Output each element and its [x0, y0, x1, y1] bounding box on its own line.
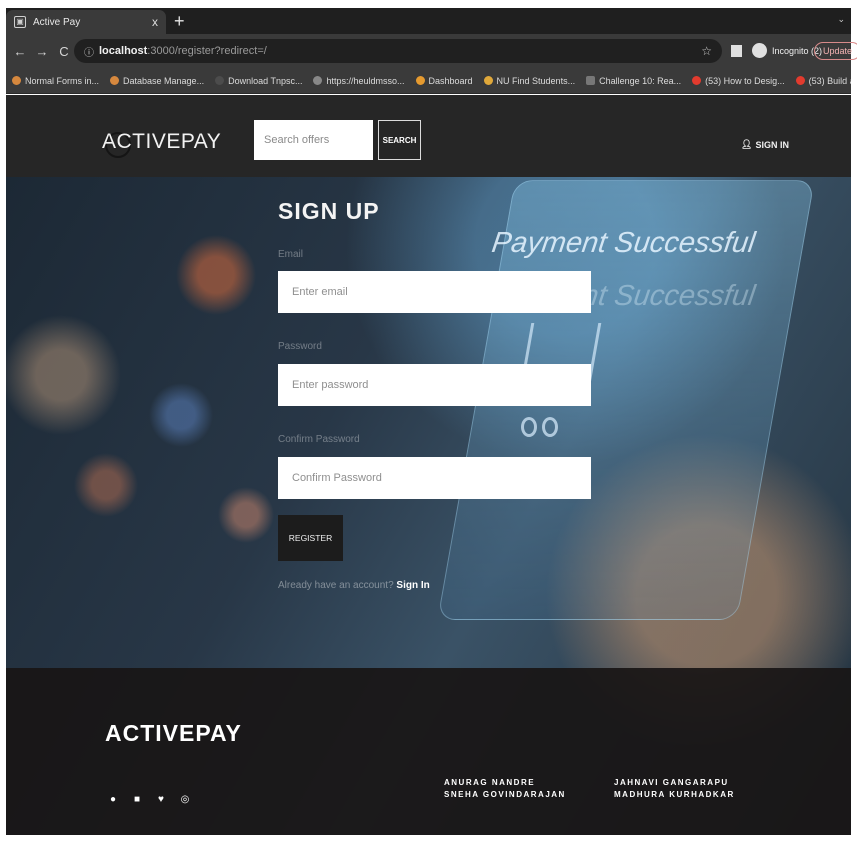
register-button[interactable]: REGISTER — [278, 515, 343, 561]
password-label: Password — [278, 341, 322, 352]
site-footer: ACTIVEPAY ● ■ ♥ ◎ ANURAG NANDRE SNEHA GO… — [6, 668, 851, 835]
address-toolbar: ← → C ⓘ localhost :3000/register?redirec… — [6, 34, 857, 68]
bookmark-icon — [586, 76, 596, 85]
email-label: Email — [278, 249, 304, 260]
update-button[interactable]: Update — [814, 42, 857, 60]
url-path: :3000/register?redirect=/ — [147, 45, 267, 57]
url-host: localhost — [99, 45, 148, 57]
page-title: SIGN UP — [278, 198, 380, 224]
bookmark-item[interactable]: NU Find Students... — [483, 75, 576, 86]
sign-in-link[interactable]: Sign In — [396, 580, 429, 591]
bookmark-item[interactable]: (53) Build a Todo... — [795, 75, 851, 86]
incognito-icon — [752, 43, 767, 58]
payment-successful-graphic-text: Payment Successful — [489, 227, 758, 259]
bookmark-icon — [483, 76, 493, 85]
page-favicon-icon: ▣ — [14, 16, 26, 28]
tab-strip: ▣ Active Pay x + ⌄ — [6, 8, 851, 34]
site-info-icon[interactable]: ⓘ — [84, 44, 94, 59]
bookmark-label: Normal Forms in... — [25, 75, 100, 86]
bookmark-label: (53) Build a Todo... — [808, 75, 851, 86]
credit-name: JAHNAVI GANGARAPU — [614, 778, 729, 787]
youtube-icon — [692, 76, 702, 85]
footer-logo: ACTIVEPAY — [105, 720, 242, 746]
bookmark-item[interactable]: Download Tnpsc... — [215, 76, 302, 86]
youtube-icon — [795, 76, 805, 85]
bookmark-label: https://heuldmsso... — [326, 75, 405, 86]
bookmark-item[interactable]: https://heuldmsso... — [313, 75, 405, 86]
password-field[interactable] — [278, 364, 591, 406]
nav-sign-in-link[interactable]: 👤︎ SIGN IN — [741, 139, 789, 150]
bookmark-item[interactable]: Challenge 10: Rea... — [586, 76, 681, 86]
reload-icon[interactable]: C — [56, 44, 72, 59]
cart-wheel-icon — [542, 417, 558, 437]
bookmark-icon — [215, 76, 225, 85]
twitter-icon[interactable]: ♥ — [156, 794, 166, 805]
social-links: ● ■ ♥ ◎ — [108, 794, 190, 805]
side-panel-icon[interactable] — [731, 45, 742, 57]
search-button[interactable]: SEARCH — [378, 120, 421, 160]
credit-name: SNEHA GOVINDARAJAN — [444, 790, 566, 799]
github-icon[interactable]: ● — [108, 794, 118, 805]
nav-sign-in-label: SIGN IN — [755, 139, 789, 150]
user-icon: 👤︎ — [741, 139, 753, 149]
bookmark-item[interactable]: Database Manage... — [110, 76, 204, 86]
forward-icon[interactable]: → — [34, 44, 50, 59]
bookmark-icon — [110, 76, 120, 85]
confirm-password-field[interactable] — [278, 457, 591, 499]
credit-name: MADHURA KURHADKAR — [614, 790, 735, 799]
signup-form: SIGN UP Email Password Confirm Password … — [278, 198, 598, 591]
page-viewport: Payment Successful Payment Successful AC… — [6, 95, 851, 835]
bookmark-item[interactable]: Normal Forms in... — [12, 76, 99, 86]
tab-active-pay[interactable]: ▣ Active Pay x — [6, 10, 166, 34]
tab-close-icon[interactable]: x — [152, 15, 158, 29]
new-tab-button[interactable]: + — [174, 11, 185, 31]
bookmark-icon — [313, 76, 323, 85]
search-input[interactable] — [254, 120, 373, 160]
site-navbar: ACTIVEPAY SEARCH 👤︎ SIGN IN — [6, 95, 851, 177]
bookmark-label: Challenge 10: Rea... — [599, 75, 682, 86]
credits-column-1: ANURAG NANDRE SNEHA GOVINDARAJAN — [444, 777, 566, 801]
tab-search-icon[interactable]: ⌄ — [837, 14, 845, 25]
bookmarks-bar: Normal Forms in... Database Manage... Do… — [6, 68, 851, 94]
site-logo[interactable]: ACTIVEPAY — [102, 130, 221, 154]
bookmark-item[interactable]: (53) How to Desig... — [692, 76, 785, 86]
cart-wheel-icon — [521, 417, 537, 437]
back-icon[interactable]: ← — [12, 44, 28, 59]
bookmark-label: Download Tnpsc... — [228, 75, 303, 86]
credit-name: ANURAG NANDRE — [444, 778, 536, 787]
bookmark-icon — [12, 76, 21, 85]
tab-title: Active Pay — [33, 16, 81, 28]
credits-column-2: JAHNAVI GANGARAPU MADHURA KURHADKAR — [614, 777, 735, 801]
url-bar[interactable]: ⓘ localhost :3000/register?redirect=/ ☆ — [74, 39, 722, 63]
instagram-icon[interactable]: ◎ — [180, 794, 190, 805]
incognito-indicator[interactable]: Incognito (2) — [752, 43, 822, 58]
bookmark-label: (53) How to Desig... — [705, 75, 785, 86]
existing-account-text: Already have an account? — [278, 580, 397, 591]
bookmark-label: NU Find Students... — [496, 75, 576, 86]
bookmark-item[interactable]: Dashboard — [415, 75, 473, 86]
bookmark-icon — [415, 76, 425, 85]
confirm-password-label: Confirm Password — [278, 434, 360, 445]
linkedin-icon[interactable]: ■ — [132, 794, 142, 805]
bookmark-label: Database Manage... — [123, 75, 205, 86]
bookmark-star-icon[interactable]: ☆ — [701, 44, 712, 58]
bookmark-label: Dashboard — [428, 75, 473, 86]
existing-account-prompt: Already have an account? Sign In — [278, 580, 430, 591]
email-field[interactable] — [278, 271, 591, 313]
